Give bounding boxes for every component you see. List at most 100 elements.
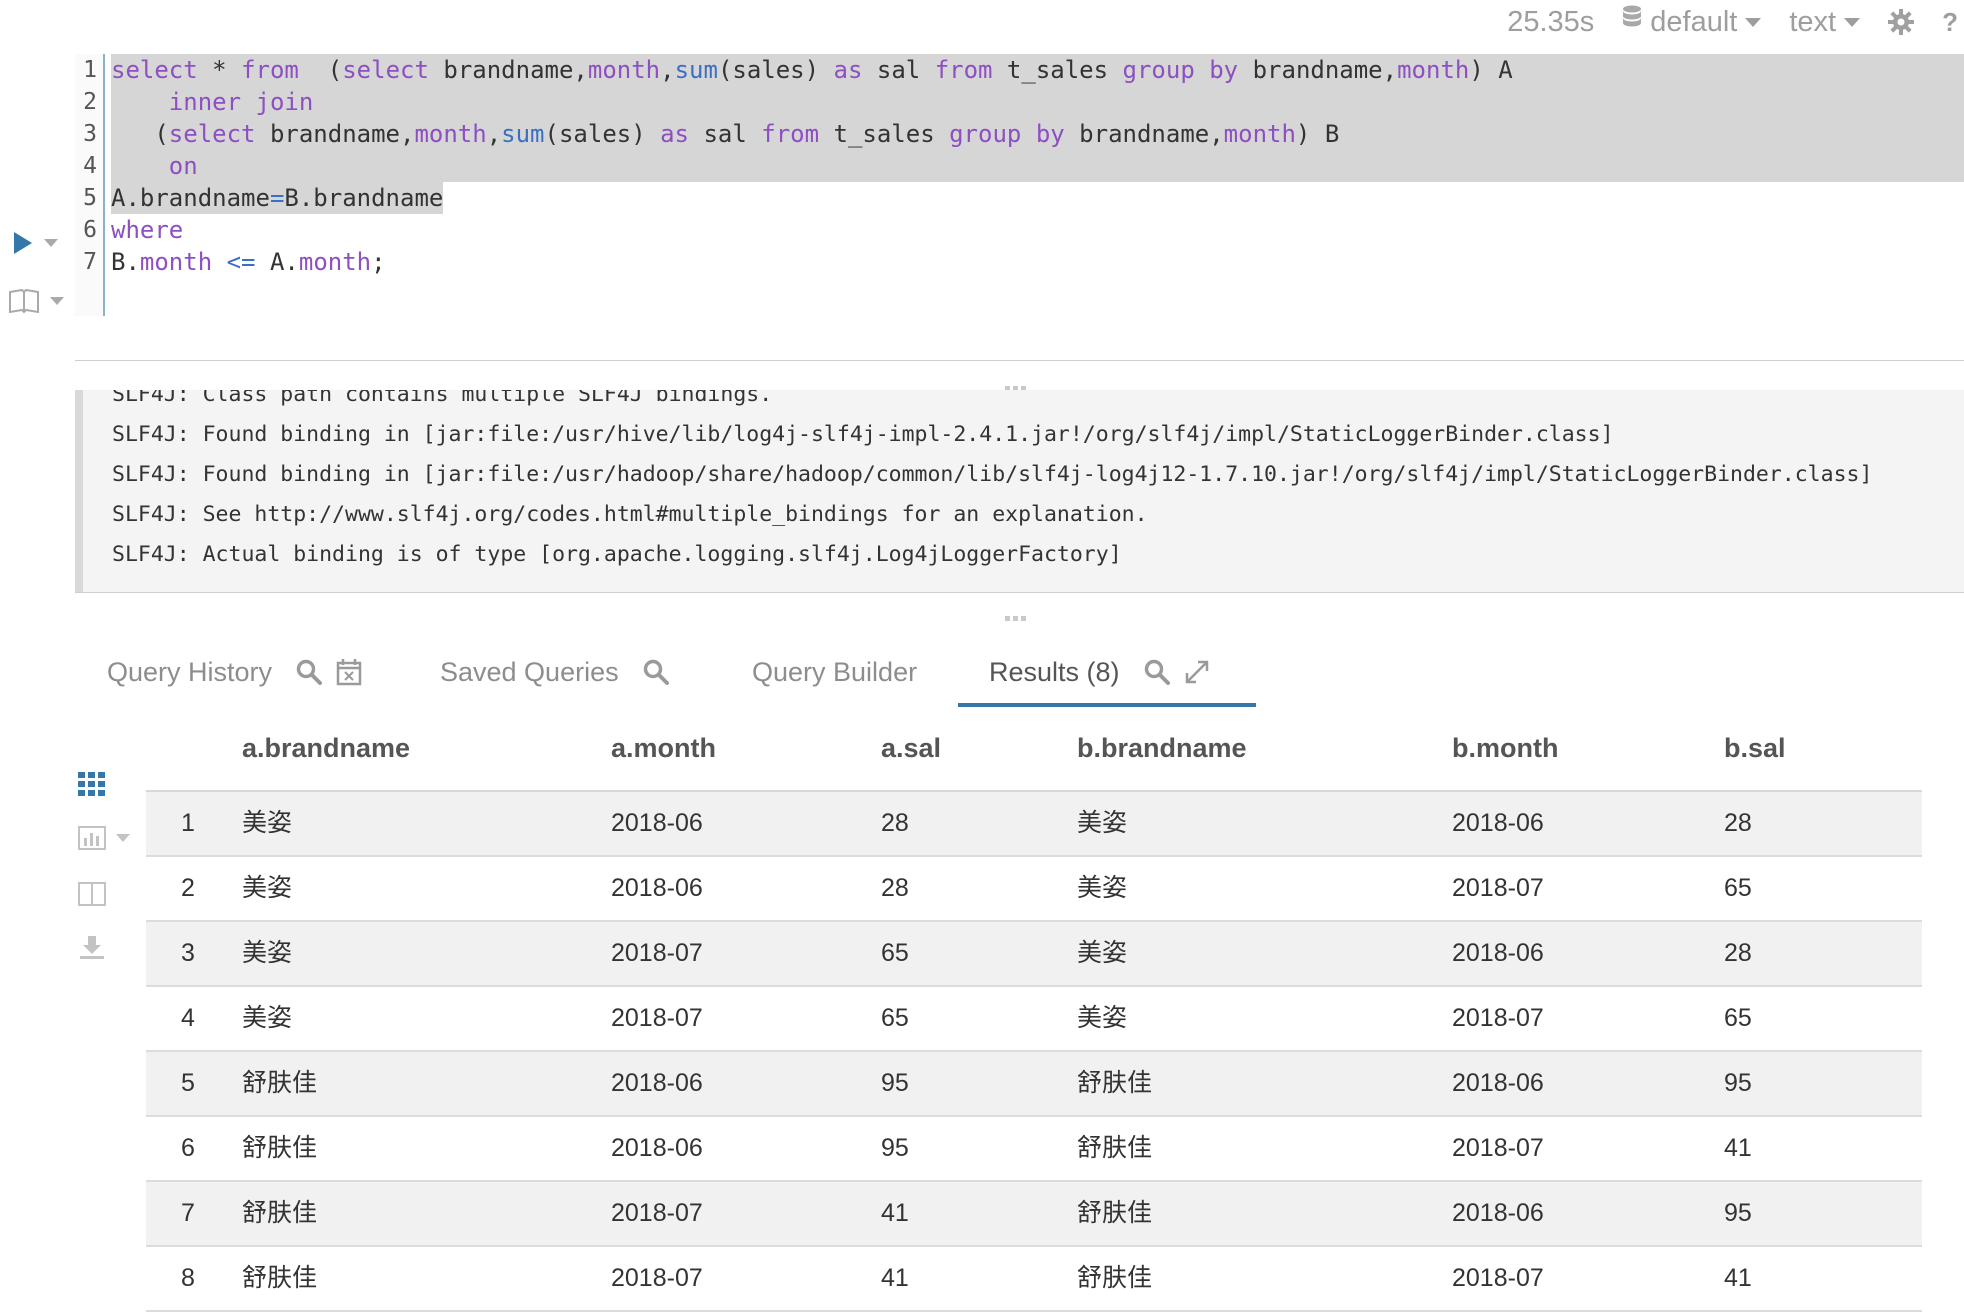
search-icon[interactable] [643, 659, 669, 685]
code-token: as [833, 56, 863, 84]
code-token: month [139, 248, 213, 276]
execute-button[interactable] [12, 230, 58, 256]
table-row[interactable]: 5 舒肤佳 2018-06 95 舒肤佳 2018-06 95 [146, 1052, 1922, 1117]
row-number: 1 [146, 792, 230, 855]
code-token: t_sales [819, 120, 950, 148]
log-line: SLF4J: Actual binding is of type [org.ap… [112, 542, 1122, 567]
table-cell: 舒肤佳 [1077, 1069, 1153, 1097]
table-cell: 2018-07 [611, 1004, 703, 1032]
code-token: A.brandname [111, 184, 270, 212]
log-panel: SLF4J: Class path contains multiple SLF4… [75, 390, 1964, 592]
table-cell: 2018-07 [611, 1199, 703, 1227]
column-header[interactable]: a.sal [881, 718, 941, 778]
column-header[interactable]: b.brandname [1077, 718, 1247, 778]
code-token: select [111, 56, 198, 84]
download-button[interactable] [78, 934, 106, 965]
table-row[interactable]: 7 舒肤佳 2018-07 41 舒肤佳 2018-06 95 [146, 1182, 1922, 1247]
table-row[interactable]: 4 美姿 2018-07 65 美姿 2018-07 65 [146, 987, 1922, 1052]
table-row[interactable]: 8 舒肤佳 2018-07 41 舒肤佳 2018-07 41 [146, 1247, 1922, 1312]
code-token: ) B [1295, 120, 1340, 148]
tab-query-builder[interactable]: Query Builder [752, 640, 917, 704]
chevron-down-icon [50, 297, 64, 305]
code-token: where [111, 216, 184, 244]
table-row[interactable]: 2 美姿 2018-06 28 美姿 2018-07 65 [146, 857, 1922, 922]
code-token: brandname, [255, 120, 415, 148]
grid-view-button[interactable] [78, 772, 106, 801]
help-button[interactable]: ? [1942, 7, 1958, 38]
code-token: month [1223, 120, 1296, 148]
columns-toggle-button[interactable] [78, 882, 106, 911]
table-header: a.brandname a.month a.sal b.brandname b.… [146, 718, 1922, 792]
line-number: 3 [83, 121, 97, 147]
table-cell: 65 [1724, 1004, 1752, 1032]
code-token: B.brandname [284, 184, 444, 212]
table-cell: 2018-07 [611, 939, 703, 967]
code-token: select [168, 120, 256, 148]
column-header[interactable]: a.brandname [242, 718, 410, 778]
search-icon[interactable] [296, 659, 323, 685]
line-number: 6 [83, 217, 97, 243]
snippet-menu-button[interactable] [8, 288, 64, 314]
database-dropdown[interactable]: default [1622, 5, 1762, 39]
code-token: ) A [1469, 56, 1513, 84]
resize-handle[interactable] [1005, 608, 1031, 621]
line-number: 7 [83, 249, 97, 275]
table-row[interactable]: 3 美姿 2018-07 65 美姿 2018-06 28 [146, 922, 1922, 987]
table-cell: 95 [881, 1069, 909, 1097]
calendar-clear-icon[interactable] [336, 658, 362, 686]
tab-results[interactable]: Results (8) [989, 640, 1210, 704]
code-token: ( [298, 56, 343, 84]
table-cell: 2018-07 [1452, 1134, 1544, 1162]
code-token: brandname, [1238, 56, 1398, 84]
table-cell: 美姿 [1077, 939, 1128, 967]
code-token: A. [255, 248, 299, 276]
code-token: sal [689, 120, 762, 148]
row-number: 8 [146, 1247, 230, 1310]
chart-view-button[interactable] [78, 826, 130, 850]
format-dropdown[interactable]: text [1789, 5, 1861, 39]
code-token: by [1209, 56, 1239, 84]
table-row[interactable]: 1 美姿 2018-06 28 美姿 2018-06 28 [146, 792, 1922, 857]
code-token: inner [168, 88, 242, 116]
code-token: t_sales [992, 56, 1123, 84]
code-token: = [269, 184, 285, 212]
code-token: , [486, 120, 502, 148]
column-header[interactable]: b.month [1452, 718, 1558, 778]
format-label: text [1789, 5, 1837, 38]
code-token: brandname, [428, 56, 588, 84]
table-cell: 41 [881, 1199, 909, 1227]
row-number: 7 [146, 1182, 230, 1245]
code-token: month [298, 248, 372, 276]
log-line: SLF4J: See http://www.slf4j.org/codes.ht… [112, 502, 1148, 527]
row-number: 6 [146, 1117, 230, 1180]
editor-divider [75, 360, 1964, 361]
column-header[interactable]: b.sal [1724, 718, 1786, 778]
settings-button[interactable] [1888, 9, 1915, 35]
search-icon[interactable] [1144, 659, 1170, 685]
table-cell: 美姿 [1077, 874, 1128, 902]
code-token: ; [371, 248, 386, 276]
column-header[interactable]: a.month [611, 718, 716, 778]
tab-saved-queries[interactable]: Saved Queries [440, 640, 669, 704]
table-cell: 65 [1724, 874, 1752, 902]
table-cell: 2018-06 [1452, 939, 1544, 967]
chevron-down-icon [44, 239, 58, 247]
tab-query-history[interactable]: Query History [107, 640, 362, 704]
table-cell: 2018-06 [611, 874, 703, 902]
chevron-down-icon [1745, 17, 1762, 27]
tab-label: Query Builder [752, 656, 918, 687]
row-number: 4 [146, 987, 230, 1050]
table-row[interactable]: 6 舒肤佳 2018-06 95 舒肤佳 2018-07 41 [146, 1117, 1922, 1182]
expand-icon[interactable] [1184, 659, 1210, 685]
resize-handle[interactable] [1005, 378, 1031, 391]
table-cell: 美姿 [242, 939, 293, 967]
table-cell: 舒肤佳 [1077, 1199, 1153, 1227]
code-token: sal [862, 56, 935, 84]
columns-icon [78, 882, 106, 906]
table-cell: 舒肤佳 [242, 1264, 318, 1292]
table-cell: 舒肤佳 [242, 1069, 318, 1097]
table-cell: 41 [1724, 1134, 1752, 1162]
table-cell: 28 [881, 874, 909, 902]
sql-editor[interactable]: 1234567 select * from (select brandname,… [75, 54, 1964, 316]
